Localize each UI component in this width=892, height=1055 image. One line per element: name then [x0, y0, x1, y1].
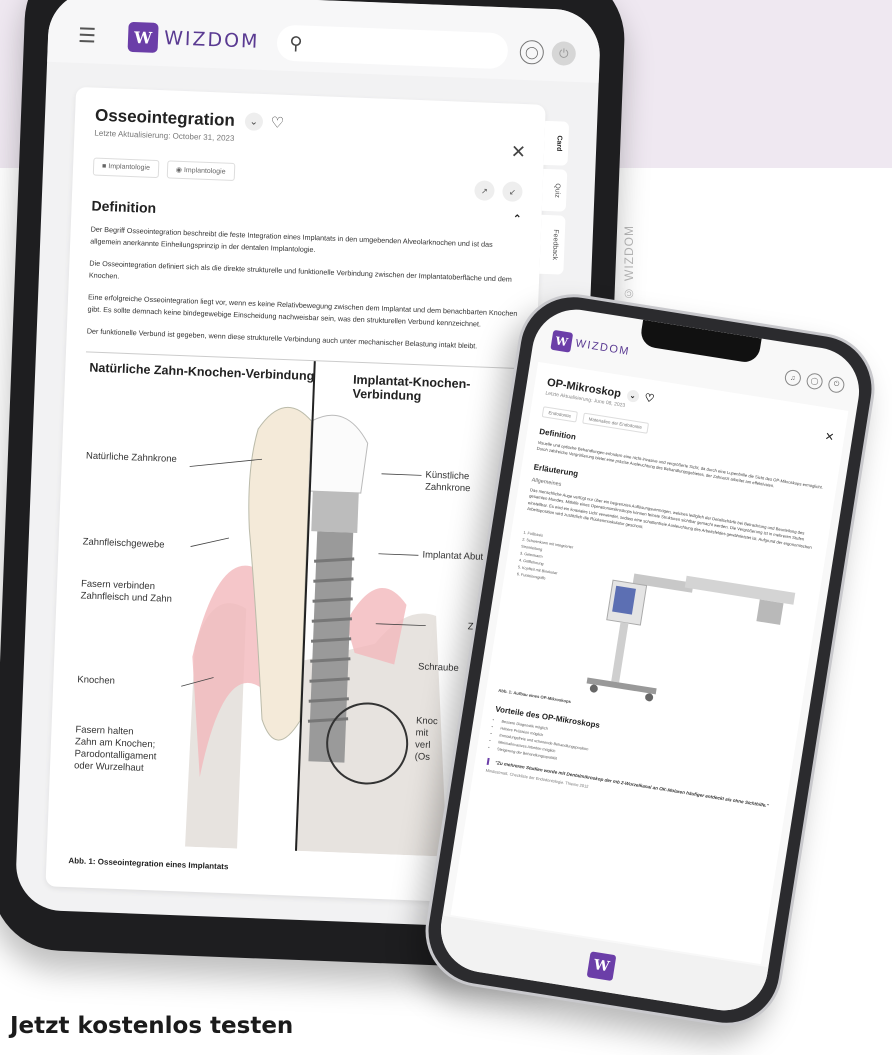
label-fibers-gum: Fasern verbinden Zahnfleisch und Zahn: [80, 578, 173, 605]
close-icon[interactable]: ✕: [824, 430, 835, 444]
close-icon[interactable]: ✕: [510, 142, 527, 164]
logo-icon[interactable]: W: [550, 329, 574, 353]
expand-icon[interactable]: ↗: [474, 180, 495, 201]
paragraph: Der funktionelle Verbund ist gegeben, we…: [86, 326, 478, 351]
figure-legend: 1. Fußbasis 2. Schwenkarm mit integriert…: [516, 531, 574, 582]
tag-list: ■ Implantologie ◉ Implantologie: [92, 157, 523, 192]
figure-caption: Abb. 1: Osseointegration eines Implantat…: [68, 856, 229, 872]
heart-icon[interactable]: ♡: [644, 391, 656, 405]
chevron-down-icon[interactable]: ⌄: [625, 388, 640, 403]
tag-chip[interactable]: Materialien der Endodontie: [581, 412, 649, 434]
user-icon[interactable]: ◯: [805, 372, 824, 391]
page: © WIZDOM ☰ W WIZDOM ⚲ ◯ ⏻ Osseointegrati…: [0, 0, 892, 1055]
expand-controls: ↗ ↙: [474, 180, 523, 203]
card-title: Osseointegration: [94, 105, 236, 130]
cta-heading: Jetzt kostenlos testen: [10, 1013, 294, 1039]
tab-feedback[interactable]: Feedback: [539, 215, 566, 275]
microscope-illustration: [586, 573, 796, 702]
phone-top-icons: ♫ ◯ ⏻: [783, 368, 846, 394]
label-bone: Knochen: [77, 674, 116, 687]
paragraph: Eine erfolgreiche Osseointegration liegt…: [87, 292, 518, 329]
tag-chip[interactable]: ◉ Implantologie: [166, 160, 235, 181]
label-abutment: Implantat Abut: [422, 549, 484, 563]
phone-content-card: OP-Mikroskop ⌄ ♡ Letzte Aktualisierung: …: [450, 361, 849, 965]
logo-icon[interactable]: W: [127, 21, 159, 53]
label-bone-right: Knoc mit verl (Os: [414, 715, 438, 763]
paragraph: Der Begriff Osseointegration beschreibt …: [90, 224, 493, 255]
side-tabs: Card Quiz Feedback: [539, 120, 570, 275]
label-fibers-bone: Fasern halten Zahn am Knochen; Parodonta…: [73, 724, 157, 774]
power-icon[interactable]: ⏻: [551, 41, 577, 66]
search-icon: ⚲: [289, 32, 303, 53]
paragraph: Die Osseointegration definiert sich als …: [88, 258, 512, 284]
brand-name: WIZDOM: [163, 27, 260, 53]
user-icon[interactable]: ◯: [519, 39, 545, 65]
home-logo-icon[interactable]: W: [586, 951, 617, 982]
bell-icon[interactable]: ♫: [783, 368, 803, 388]
menu-icon[interactable]: ☰: [78, 22, 109, 48]
chevron-down-icon[interactable]: ⌄: [244, 112, 264, 132]
tag-chip[interactable]: Endodontie: [541, 406, 578, 423]
top-bar: ☰ W WIZDOM ⚲ ◯ ⏻: [47, 0, 602, 83]
label-screw: Schraube: [417, 661, 459, 674]
watermark: © WIZDOM: [622, 225, 636, 301]
tab-quiz[interactable]: Quiz: [541, 168, 568, 213]
power-icon[interactable]: ⏻: [827, 375, 846, 394]
tab-card[interactable]: Card: [543, 120, 570, 166]
collapse-icon[interactable]: ↙: [502, 181, 523, 203]
heart-icon[interactable]: ♡: [270, 113, 284, 132]
brand-name: WIZDOM: [574, 337, 631, 358]
chevron-up-icon[interactable]: ⌃: [513, 214, 522, 230]
search-bar[interactable]: ⚲: [276, 24, 509, 70]
tag-chip[interactable]: ■ Implantologie: [92, 157, 160, 179]
